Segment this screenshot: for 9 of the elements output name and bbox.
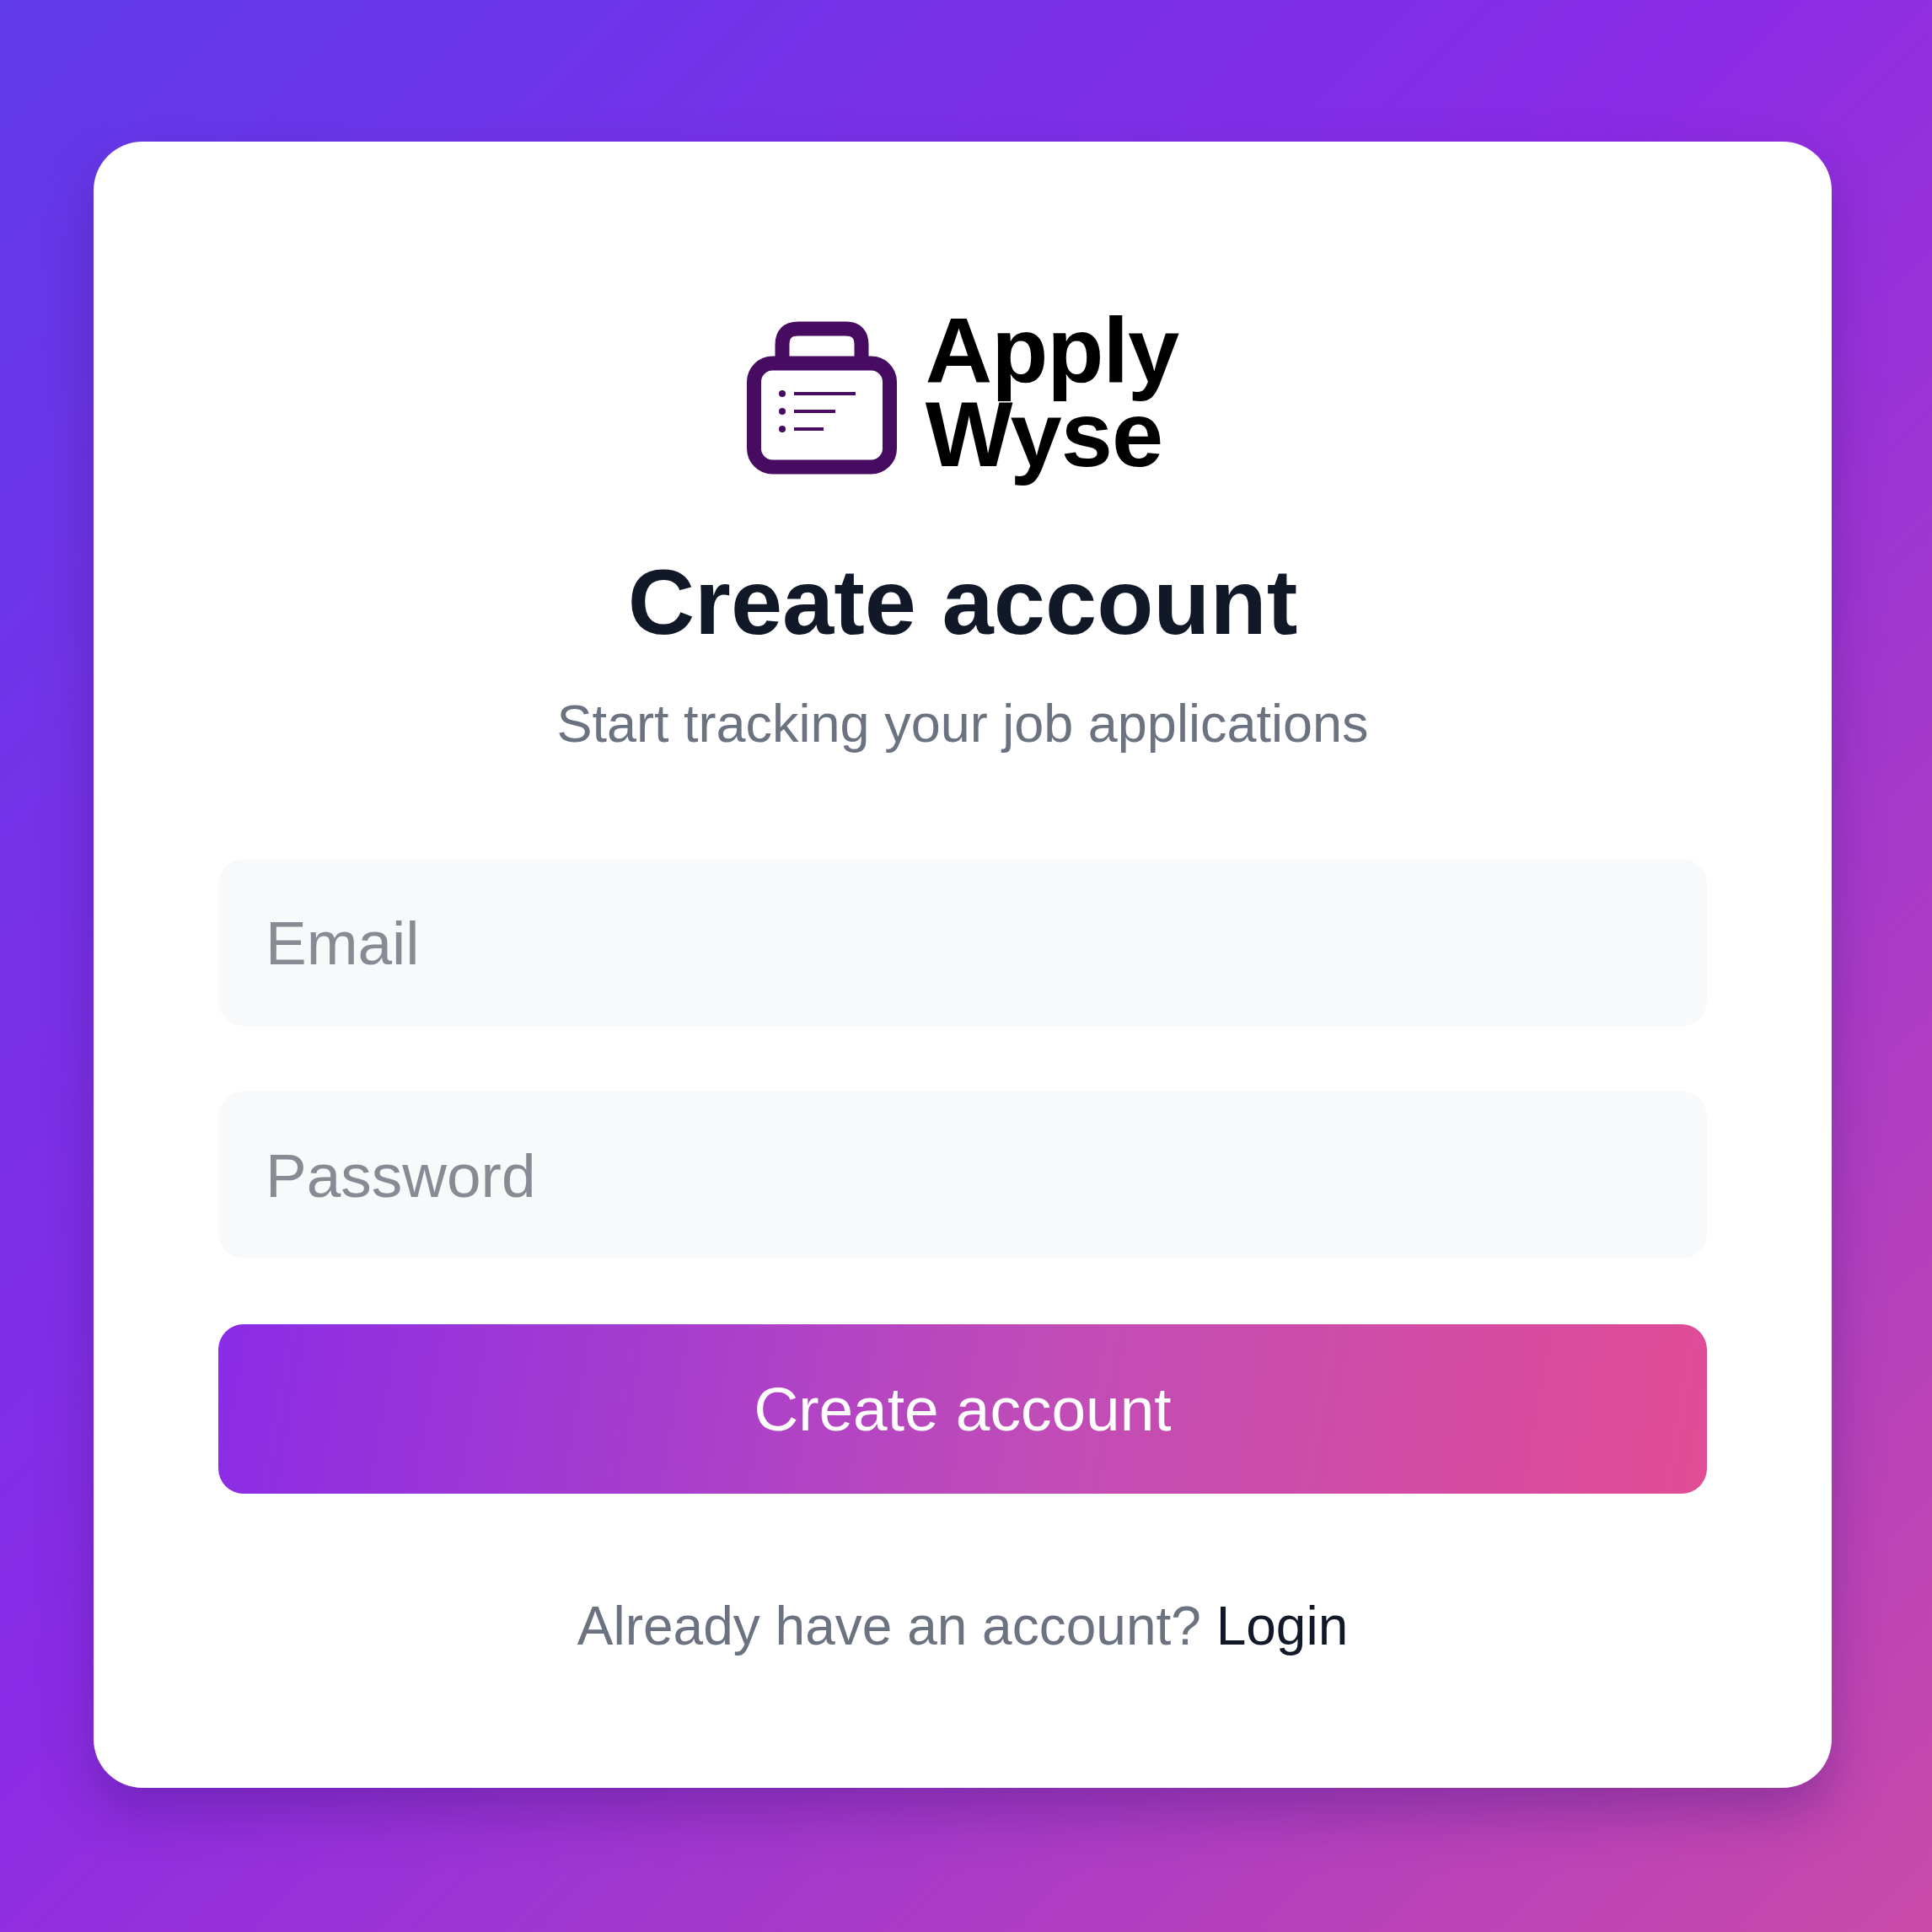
login-prompt: Already have an account? Login (576, 1597, 1350, 1656)
input-field[interactable]: Password (218, 1092, 1707, 1258)
login-link[interactable]: Login (1216, 1596, 1349, 1656)
create-account-button[interactable]: Create account (218, 1324, 1707, 1494)
subtitle: Start tracking your job applications (555, 694, 1370, 753)
brand-wordmark: Apply Wyse (925, 301, 1179, 487)
input-field[interactable]: Email (218, 859, 1707, 1026)
page-title: Create account (626, 549, 1299, 655)
briefcase-icon (746, 321, 897, 475)
